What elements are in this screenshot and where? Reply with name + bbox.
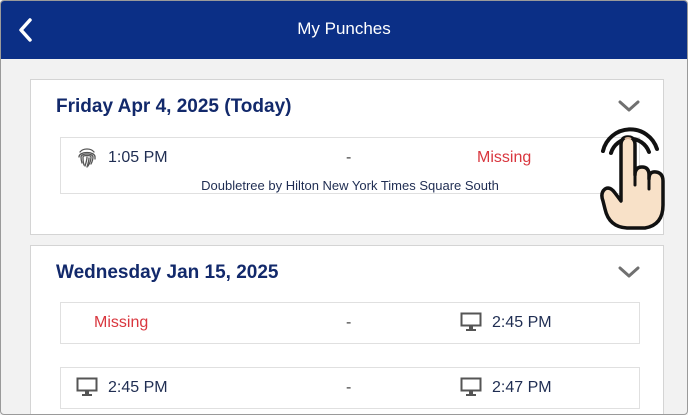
- day-date: Friday Apr 4, 2025 (Today): [56, 96, 292, 117]
- page-title: My Punches: [297, 19, 391, 38]
- punch-row[interactable]: 2:45 PM - 2:47 PM: [60, 367, 640, 409]
- clock-out-time: 2:47 PM: [492, 379, 552, 396]
- app-frame: My Punches Friday Apr 4, 2025 (Today) 1:…: [0, 0, 688, 415]
- app-header: My Punches: [1, 1, 687, 59]
- clock-in-time: 2:45 PM: [108, 379, 168, 396]
- monitor-icon: [460, 377, 482, 396]
- chevron-down-icon[interactable]: [617, 264, 641, 280]
- day-date: Wednesday Jan 15, 2025: [56, 262, 279, 283]
- monitor-icon: [460, 312, 482, 331]
- time-separator: -: [346, 314, 352, 331]
- punch-row[interactable]: Missing - 2:45 PM: [60, 302, 640, 344]
- monitor-icon: [76, 377, 98, 396]
- day-card: Wednesday Jan 15, 2025 Missing - 2:45 PM…: [30, 245, 664, 414]
- time-separator: -: [346, 379, 352, 396]
- clock-in-missing: Missing: [94, 314, 149, 331]
- clock-in-time: 1:05 PM: [108, 149, 168, 166]
- fingerprint-icon: [78, 148, 96, 168]
- day-card: Friday Apr 4, 2025 (Today) 1:05 PM - Mis…: [30, 79, 664, 235]
- clock-out-time: 2:45 PM: [492, 314, 552, 331]
- punch-location: Doubletree by Hilton New York Times Squa…: [201, 178, 499, 193]
- chevron-down-icon[interactable]: [617, 98, 641, 114]
- punch-row[interactable]: 1:05 PM - Missing Doubletree by Hilton N…: [60, 137, 640, 194]
- time-separator: -: [346, 149, 352, 166]
- clock-out-missing: Missing: [477, 149, 532, 166]
